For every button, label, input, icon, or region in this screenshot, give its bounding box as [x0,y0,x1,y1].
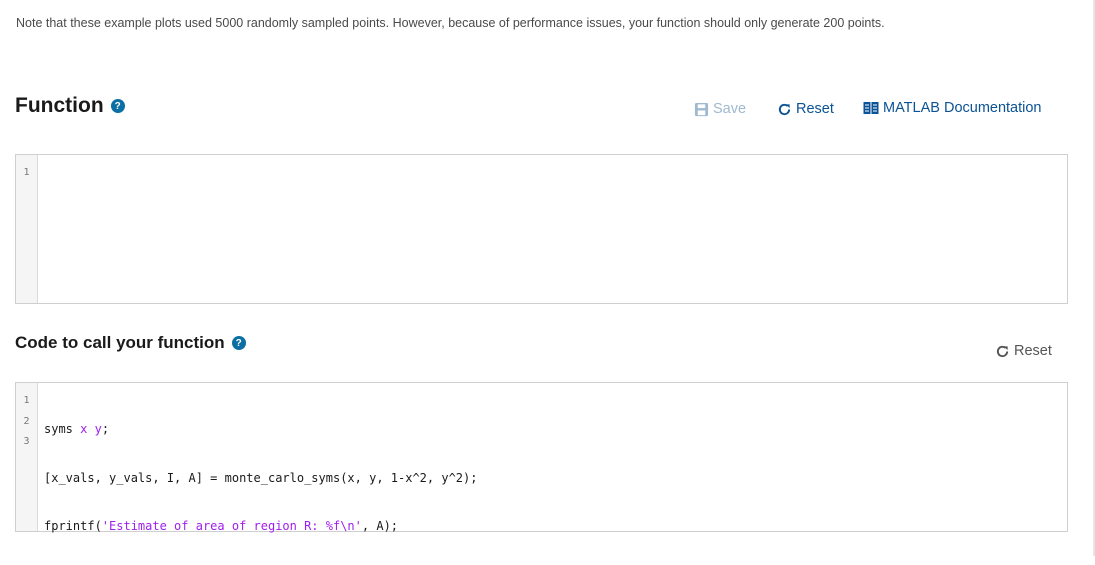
code-line[interactable]: fprintf('Estimate of area of region R: %… [44,516,1067,537]
reset-button[interactable]: Reset [777,101,834,117]
save-button[interactable]: Save [694,101,746,117]
line-number: 1 [23,395,30,406]
line-number-gutter: 1 2 3 [16,383,38,531]
call-code-editor[interactable]: 1 2 3 syms x y; [x_vals, y_vals, I, A] =… [15,382,1068,533]
code-line[interactable]: syms x y; [44,419,1067,440]
matlab-documentation-link[interactable]: MATLAB Documentation [863,100,1042,116]
line-number: 1 [23,167,30,178]
save-icon [694,102,709,116]
reset-icon [778,103,791,115]
code-area[interactable] [38,155,1067,303]
instruction-note: Note that these example plots used 5000 … [16,16,885,30]
book-icon [863,102,879,114]
question-circle-icon[interactable]: ? [110,99,125,113]
reset-call-code-button[interactable]: Reset [995,343,1052,359]
code-line[interactable] [44,191,1067,212]
call-code-title-text: Code to call your function [15,333,225,352]
call-code-title: Code to call your function ? [15,333,246,353]
code-line[interactable]: [x_vals, y_vals, I, A] = monte_carlo_sym… [44,468,1067,489]
function-title: Function ? [15,94,125,118]
function-editor[interactable]: 1 [15,154,1068,304]
reset-icon [996,345,1009,357]
save-label: Save [713,101,747,117]
code-area[interactable]: syms x y; [x_vals, y_vals, I, A] = monte… [38,383,1067,533]
reset-label: Reset [796,101,834,117]
line-number-gutter: 1 [16,155,38,303]
function-title-text: Function [15,94,104,117]
line-number: 3 [23,436,30,447]
question-circle-icon[interactable]: ? [231,336,246,350]
line-number: 2 [23,415,30,427]
doc-label: MATLAB Documentation [883,100,1042,116]
reset-label: Reset [1014,343,1052,359]
